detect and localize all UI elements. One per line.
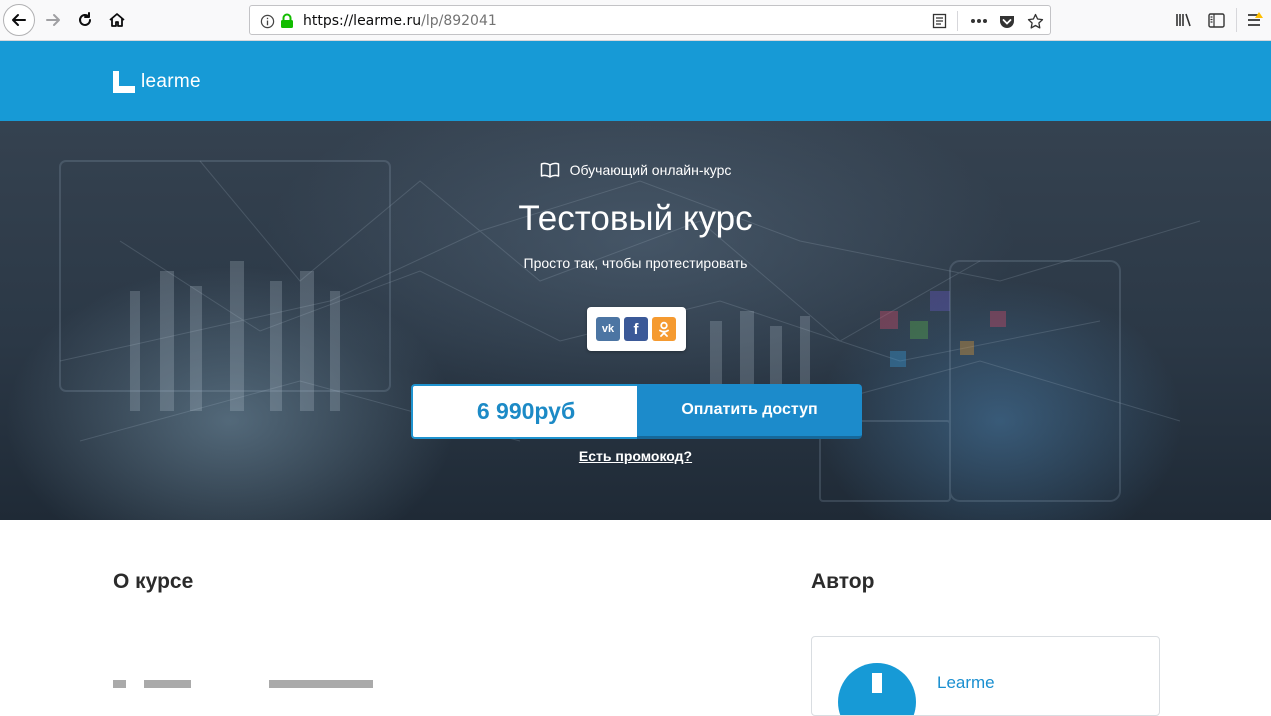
about-course-heading: О курсе — [113, 570, 194, 593]
pocket-icon[interactable] — [998, 12, 1016, 30]
info-icon[interactable] — [258, 12, 276, 30]
vk-icon: vk — [601, 323, 615, 335]
back-button[interactable] — [3, 4, 35, 36]
author-card: Learme — [811, 636, 1160, 716]
reload-button[interactable] — [69, 4, 101, 36]
price-display: 6 990руб — [411, 384, 639, 439]
pay-access-button[interactable]: Оплатить доступ — [637, 384, 862, 439]
url-text[interactable]: https://learme.ru/lp/892041 — [303, 13, 497, 29]
about-text-cutoff — [113, 680, 373, 688]
author-heading: Автор — [811, 570, 875, 593]
home-icon — [109, 13, 125, 27]
reload-icon — [79, 12, 91, 26]
sidebar-icon[interactable] — [1207, 11, 1225, 29]
vk-share-button[interactable]: vk — [596, 317, 620, 341]
browser-toolbar: https://learme.ru/lp/892041 — [0, 0, 1271, 41]
hamburger-menu-icon[interactable] — [1246, 11, 1264, 29]
logo-mark-icon — [113, 71, 135, 93]
toolbar-divider — [1236, 8, 1237, 32]
star-icon[interactable] — [1026, 12, 1044, 30]
back-arrow-icon — [12, 14, 26, 26]
course-description: Просто так, чтобы протестировать — [523, 255, 748, 271]
url-host: https://learme.ru — [303, 13, 422, 29]
course-type-text: Обучающий онлайн-курс — [569, 162, 732, 178]
author-avatar[interactable] — [838, 663, 916, 715]
promo-code-link-row: Есть промокод? — [0, 448, 1271, 464]
url-divider — [957, 11, 958, 31]
home-button[interactable] — [101, 4, 133, 36]
share-buttons: vk f — [587, 307, 686, 351]
course-title: Тестовый курс — [518, 199, 753, 238]
forward-button[interactable] — [37, 4, 69, 36]
url-bar[interactable]: https://learme.ru/lp/892041 — [249, 5, 1051, 35]
facebook-icon: f — [633, 320, 639, 338]
logo-text: learme — [141, 71, 201, 92]
site-logo[interactable]: learme — [113, 71, 201, 93]
site-header: learme — [0, 41, 1271, 121]
reader-view-icon[interactable] — [930, 12, 948, 30]
odnoklassniki-icon — [659, 321, 669, 337]
more-dots-icon[interactable] — [970, 12, 988, 30]
forward-arrow-icon — [46, 14, 60, 26]
hero-section: Обучающий онлайн-курс Тестовый курс Прос… — [0, 121, 1271, 520]
url-path: /lp/892041 — [421, 13, 497, 29]
promo-code-link[interactable]: Есть промокод? — [579, 448, 692, 464]
facebook-share-button[interactable]: f — [624, 317, 648, 341]
library-icon[interactable] — [1175, 11, 1193, 29]
lock-icon[interactable] — [278, 12, 296, 30]
author-name-link[interactable]: Learme — [937, 673, 995, 693]
course-type-label: Обучающий онлайн-курс — [0, 162, 1271, 181]
book-icon — [540, 162, 560, 181]
odnoklassniki-share-button[interactable] — [652, 317, 676, 341]
